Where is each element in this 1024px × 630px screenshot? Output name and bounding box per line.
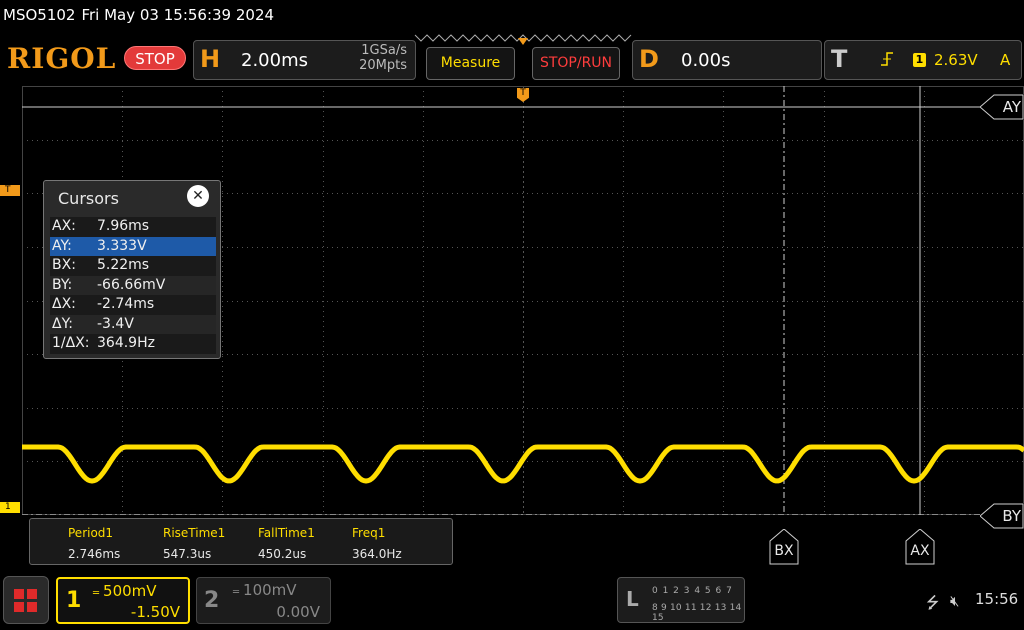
cursor-bx-tag[interactable]: BX (769, 529, 799, 565)
usb-icon: ⭍ (926, 593, 940, 612)
measurement-name: Period1 (68, 526, 114, 540)
cursor-row[interactable]: BY: -66.66mV (50, 275, 216, 295)
cursor-by-tag[interactable]: BY (980, 503, 1024, 529)
channel2-box[interactable]: 2 ═ 100mV 0.00V (196, 577, 331, 624)
channel1-offset: -1.50V (130, 603, 180, 621)
sample-info: 1GSa/s 20Mpts (359, 43, 407, 73)
logic-key: L (626, 587, 639, 611)
horizontal-key: H (200, 45, 221, 73)
cursor-row[interactable]: AY: 3.333V (50, 236, 216, 256)
trigger-level: 2.63V (934, 51, 978, 69)
model-name: MSO5102 (3, 6, 76, 24)
cursor-row-value: 3.333V (97, 237, 147, 254)
dc-coupling-icon: ═ (93, 588, 100, 599)
cursor-by-label: BY (1002, 507, 1021, 525)
measurement-item[interactable]: Freq1 364.0Hz (352, 526, 402, 561)
clock: 15:56 (975, 590, 1019, 608)
measurement-item[interactable]: FallTime1 450.2us (258, 526, 315, 561)
logic-channels-high: 8 9 10 11 12 13 14 15 (652, 603, 742, 623)
cursor-row-label: AY: (52, 237, 72, 254)
channel1-scale-value: 500mV (103, 582, 157, 600)
stop-run-button[interactable]: STOP/RUN (532, 47, 620, 80)
cursor-row-label: AX: (52, 218, 76, 234)
cursor-row-label: ΔY: (52, 315, 73, 332)
channel2-number: 2 (204, 588, 220, 613)
sample-rate: 1GSa/s (361, 43, 407, 58)
cursor-ay-tag[interactable]: AY (980, 94, 1024, 120)
cursor-row[interactable]: ΔX: -2.74ms (50, 295, 216, 315)
rising-edge-icon (880, 51, 894, 71)
channel1-number: 1 (66, 588, 82, 613)
trigger-panel[interactable]: T 1 2.63V A (824, 40, 1022, 80)
channel2-scale: ═ 100mV (233, 581, 297, 599)
trigger-source: 1 (913, 53, 926, 67)
measurement-value: 547.3us (163, 547, 212, 561)
cursors-panel[interactable]: Cursors ✕ AX: 7.96ms AY: 3.333V BX: 5.22ms BY:… (43, 180, 221, 359)
rigol-logo: RIGOL (7, 42, 117, 75)
trigger-level-marker[interactable]: T (0, 185, 20, 196)
close-icon[interactable]: ✕ (187, 185, 209, 207)
trigger-position-label: T (520, 88, 526, 98)
cursor-row-label: BX: (52, 257, 76, 273)
cursor-ax-tag[interactable]: AX (905, 529, 935, 565)
measurement-name: RiseTime1 (163, 526, 226, 540)
dc-coupling-icon: ═ (233, 587, 240, 598)
cursor-row-value: 7.96ms (97, 218, 150, 234)
channel1-box[interactable]: 1 ═ 500mV -1.50V (56, 577, 190, 624)
trigger-key: T (831, 45, 848, 73)
memory-depth: 20Mpts (359, 58, 407, 73)
datetime: Fri May 03 15:56:39 2024 (81, 6, 275, 24)
measurement-name: Freq1 (352, 526, 386, 540)
trigger-mode: A (1000, 51, 1011, 69)
device-title: MSO5102 Fri May 03 15:56:39 2024 (3, 6, 280, 24)
speaker-muted-icon[interactable]: 🔇︎ (950, 592, 959, 610)
measure-button[interactable]: Measure (426, 47, 515, 80)
cursor-row-value: 5.22ms (97, 257, 150, 273)
cursor-ay-label: AY (1002, 98, 1021, 116)
channel1-scale: ═ 500mV (93, 582, 157, 600)
delay-panel[interactable]: D 0.00s (632, 40, 822, 80)
measurement-value: 2.746ms (68, 547, 121, 561)
delay-value: 0.00s (681, 50, 731, 71)
measurement-value: 364.0Hz (352, 547, 402, 561)
cursor-row[interactable]: 1/ΔX: 364.9Hz (50, 334, 216, 354)
timebase-value: 2.00ms (241, 50, 308, 71)
measurement-bar[interactable]: Period1 2.746ms RiseTime1 547.3us FallTime1 4… (29, 518, 453, 565)
cursor-row[interactable]: ΔY: -3.4V (50, 314, 216, 334)
delay-key: D (639, 45, 659, 73)
cursor-row-label: BY: (52, 276, 73, 293)
channel2-offset: 0.00V (276, 603, 320, 621)
run-state-badge[interactable]: STOP (124, 46, 186, 70)
measurement-value: 450.2us (258, 547, 307, 561)
cursor-row-value: -2.74ms (97, 296, 155, 312)
toolbar: RIGOL STOP H 2.00ms 1GSa/s 20Mpts Measur… (0, 34, 1024, 84)
cursor-row-value: -66.66mV (97, 276, 166, 293)
cursor-row[interactable]: AX: 7.96ms (50, 217, 216, 237)
logic-channels-low: 0 1 2 3 4 5 6 7 (652, 586, 733, 596)
measurement-item[interactable]: Period1 2.746ms (68, 526, 120, 561)
cursor-row-label: ΔX: (52, 296, 76, 312)
logic-analyzer-box[interactable]: L 0 1 2 3 4 5 6 7 8 9 10 11 12 13 14 15 (617, 577, 745, 623)
cursor-row[interactable]: BX: 5.22ms (50, 256, 216, 276)
cursors-readout: AX: 7.96ms AY: 3.333V BX: 5.22ms BY: -66.66mV ΔX… (50, 217, 216, 354)
channel2-scale-value: 100mV (243, 581, 297, 599)
cursors-title: Cursors (58, 189, 119, 208)
measurement-name: FallTime1 (258, 526, 315, 540)
measurement-item[interactable]: RiseTime1 547.3us (163, 526, 225, 561)
main-menu-button[interactable] (3, 576, 49, 624)
bottom-bar: 1 ═ 500mV -1.50V 2 ═ 100mV 0.00V L 0 1 2 3… (0, 572, 1024, 630)
cursor-row-value: 364.9Hz (97, 335, 155, 351)
title-bar: MSO5102 Fri May 03 15:56:39 2024 (0, 0, 1024, 34)
channel1-offset-marker[interactable]: 1 (0, 502, 20, 513)
cursor-row-label: 1/ΔX: (52, 335, 90, 351)
trigger-position-icon (518, 38, 528, 45)
cursor-row-value: -3.4V (97, 315, 134, 332)
cursor-ax-label: AX (910, 543, 930, 559)
menu-grid-icon (14, 589, 38, 613)
cursor-bx-label: BX (774, 543, 794, 559)
horizontal-panel[interactable]: H 2.00ms 1GSa/s 20Mpts (193, 40, 416, 80)
